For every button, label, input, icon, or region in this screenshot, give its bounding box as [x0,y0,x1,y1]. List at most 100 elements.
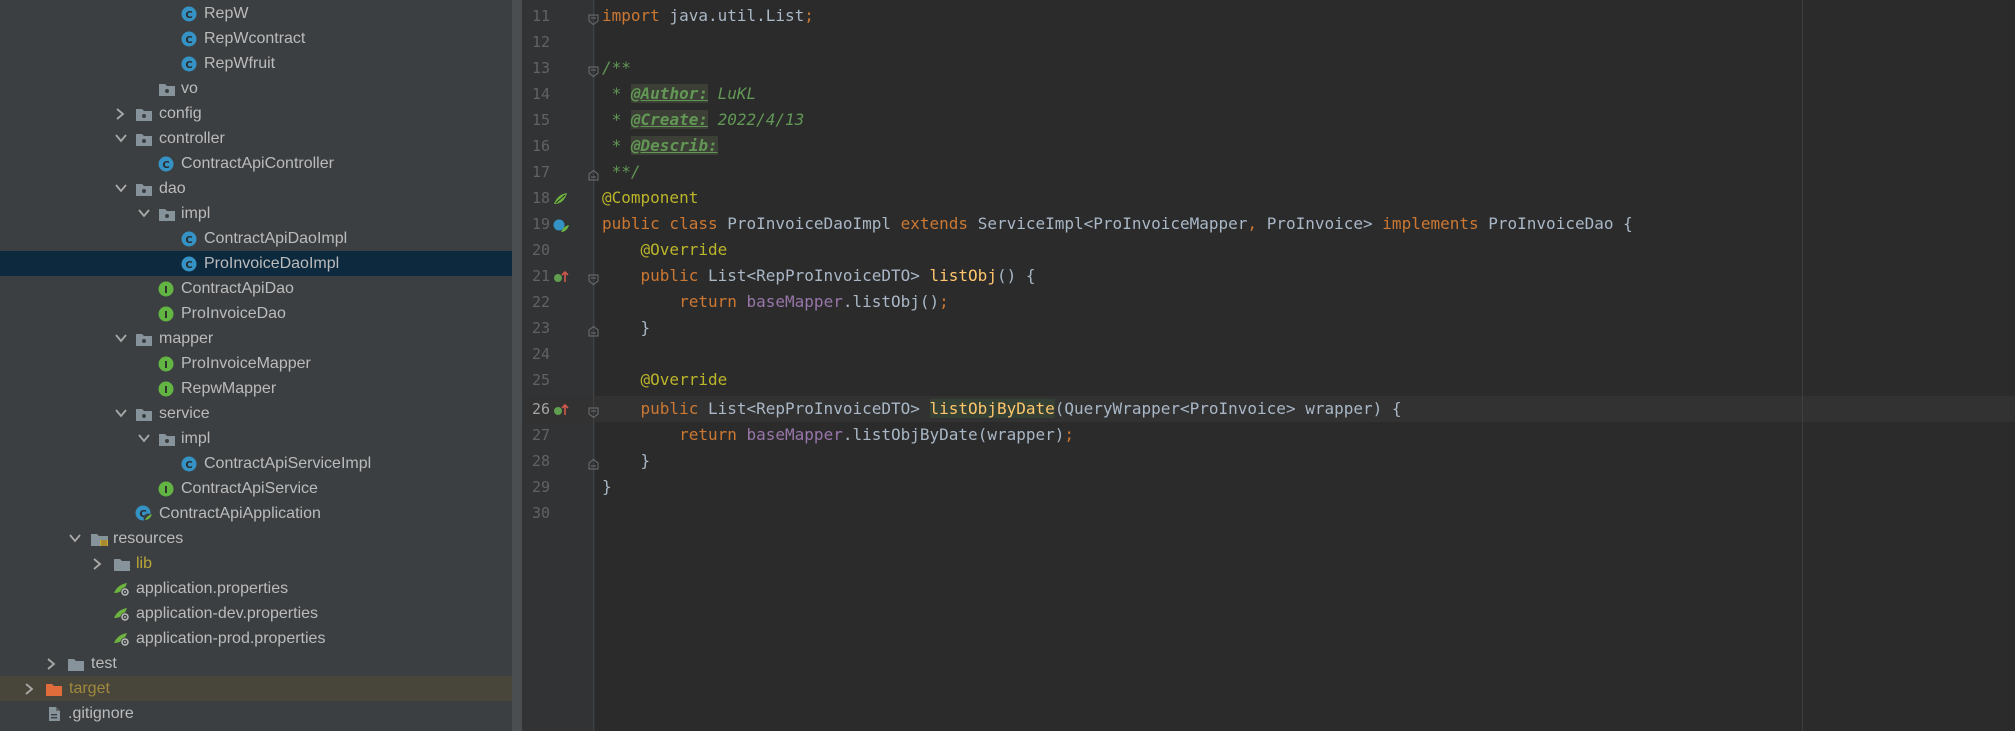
tree-item-proinvoicedao[interactable]: I ProInvoiceDao [0,301,512,326]
project-tree[interactable]: C RepW C RepWcontract C RepWfruit vo con… [0,0,512,731]
svg-text:I: I [164,285,168,296]
tree-item-gitignore[interactable]: .gitignore [0,701,512,726]
tree-item-repwcontract[interactable]: C RepWcontract [0,26,512,51]
code-line-29[interactable]: } [602,474,612,500]
panel-splitter[interactable] [512,0,522,731]
code-line-20[interactable]: @Override [602,237,728,263]
tree-item-proinvoicedaoimpl[interactable]: C ProInvoiceDaoImpl [0,251,512,276]
punctuation: ; [1064,425,1075,444]
tree-item-application-dev-properties[interactable]: application-dev.properties [0,601,512,626]
code-line-28[interactable]: } [602,448,651,474]
tree-item-label: config [159,105,202,122]
svg-text:C: C [185,260,192,271]
code-line-11[interactable]: import java.util.List; [602,3,814,29]
resources-folder-icon [90,530,108,546]
tree-item-dao[interactable]: dao [0,176,512,201]
override-method-icon[interactable] [552,268,570,286]
chevron-right-icon[interactable] [44,651,58,676]
tree-item-contractapicontroller[interactable]: C ContractApiController [0,151,512,176]
tree-item-repwmapper[interactable]: I RepwMapper [0,376,512,401]
excluded-folder-icon [45,680,62,696]
fold-marker-icon[interactable] [588,403,599,419]
tree-item-lib[interactable]: lib [0,551,512,576]
code-line-27[interactable]: return baseMapper.listObjByDate(wrapper)… [602,422,1074,448]
tree-item-contractapiapplication[interactable]: C ContractApiApplication [0,501,512,526]
code-line-26[interactable]: public List<RepProInvoiceDTO> listObjByD… [602,396,1402,422]
chevron-down-icon[interactable] [113,126,127,151]
code-line-18[interactable]: @Component [602,185,698,211]
chevron-right-icon[interactable] [90,551,104,576]
interface-icon: I [158,280,174,297]
chevron-down-icon[interactable] [113,401,127,426]
line-number: 20 [531,241,550,259]
chevron-down-icon[interactable] [113,176,127,201]
tree-item-test[interactable]: test [0,651,512,676]
tree-item-service-impl[interactable]: impl [0,426,512,451]
chevron-right-icon[interactable] [22,676,36,701]
code-text: List<RepProInvoiceDTO> [698,266,930,285]
package-icon [158,205,175,221]
tree-item-contractapidao[interactable]: I ContractApiDao [0,276,512,301]
chevron-down-icon[interactable] [136,201,150,226]
svg-text:C: C [162,160,169,171]
code-line-16[interactable]: * @Describ: [602,133,718,159]
tree-item-label: test [91,655,117,672]
tree-item-service[interactable]: service [0,401,512,426]
code-text: ProInvoice> [1257,214,1383,233]
tree-item-controller[interactable]: controller [0,126,512,151]
fold-end-marker-icon[interactable] [588,455,599,470]
tree-item-label: application-prod.properties [136,630,326,647]
code-line-15[interactable]: * @Create: 2022/4/13 [602,107,804,133]
chevron-down-icon[interactable] [67,526,81,551]
svg-text:C: C [185,60,192,71]
code-line-22[interactable]: return baseMapper.listObj(); [602,289,949,315]
tree-item-vo[interactable]: vo [0,76,512,101]
line-number: 13 [531,59,550,77]
override-method-icon[interactable] [552,401,570,419]
spring-bean-navigate-icon[interactable] [552,216,570,234]
chevron-right-icon[interactable] [113,101,127,126]
tree-item-resources[interactable]: resources [0,526,512,551]
tree-item-contractapiserviceimpl[interactable]: C ContractApiServiceImpl [0,451,512,476]
tree-item-contractapiservice[interactable]: I ContractApiService [0,476,512,501]
tree-item-dao-impl[interactable]: impl [0,201,512,226]
chevron-down-icon[interactable] [136,426,150,451]
tree-item-application-prod-properties[interactable]: application-prod.properties [0,626,512,651]
code-line-23[interactable]: } [602,315,651,341]
code-line-13[interactable]: /** [602,55,631,81]
tree-item-repw[interactable]: C RepW [0,1,512,26]
fold-end-marker-icon[interactable] [588,322,599,337]
code-line-14[interactable]: * @Author: LuKL [602,81,756,107]
tree-item-config[interactable]: config [0,101,512,126]
class-icon: C [181,255,197,272]
tree-item-target[interactable]: target [0,676,512,701]
line-number: 14 [531,85,550,103]
interface-icon: I [158,305,174,322]
chevron-down-icon[interactable] [113,326,127,351]
tree-item-repwfruit[interactable]: C RepWfruit [0,51,512,76]
fold-marker-icon[interactable] [588,10,599,26]
line-number: 16 [531,137,550,155]
javadoc-tag: @Author: [630,84,708,103]
code-line-19[interactable]: public class ProInvoiceDaoImpl extends S… [602,211,1633,237]
fold-marker-icon[interactable] [588,270,599,286]
code-line-17[interactable]: **/ [602,159,641,185]
tree-item-label: ProInvoiceDaoImpl [204,255,340,272]
tree-item-proinvoicemapper[interactable]: I ProInvoiceMapper [0,351,512,376]
tree-item-contractapidaoimpl[interactable]: C ContractApiDaoImpl [0,226,512,251]
spring-bean-icon[interactable] [552,190,570,208]
fold-end-marker-icon[interactable] [588,166,599,181]
tree-item-mapper[interactable]: mapper [0,326,512,351]
line-number: 30 [531,504,550,522]
class-icon: C [158,155,174,172]
method-name: listObj [929,266,997,285]
code-line-25[interactable]: @Override [602,367,728,393]
tree-item-application-properties[interactable]: application.properties [0,576,512,601]
code-line-21[interactable]: public List<RepProInvoiceDTO> listObj() … [602,263,1036,289]
fold-marker-icon[interactable] [588,62,599,78]
tree-item-label: resources [113,530,184,547]
class-icon: C [181,30,197,47]
line-number: 11 [531,7,550,25]
tree-item-label: service [159,405,210,422]
